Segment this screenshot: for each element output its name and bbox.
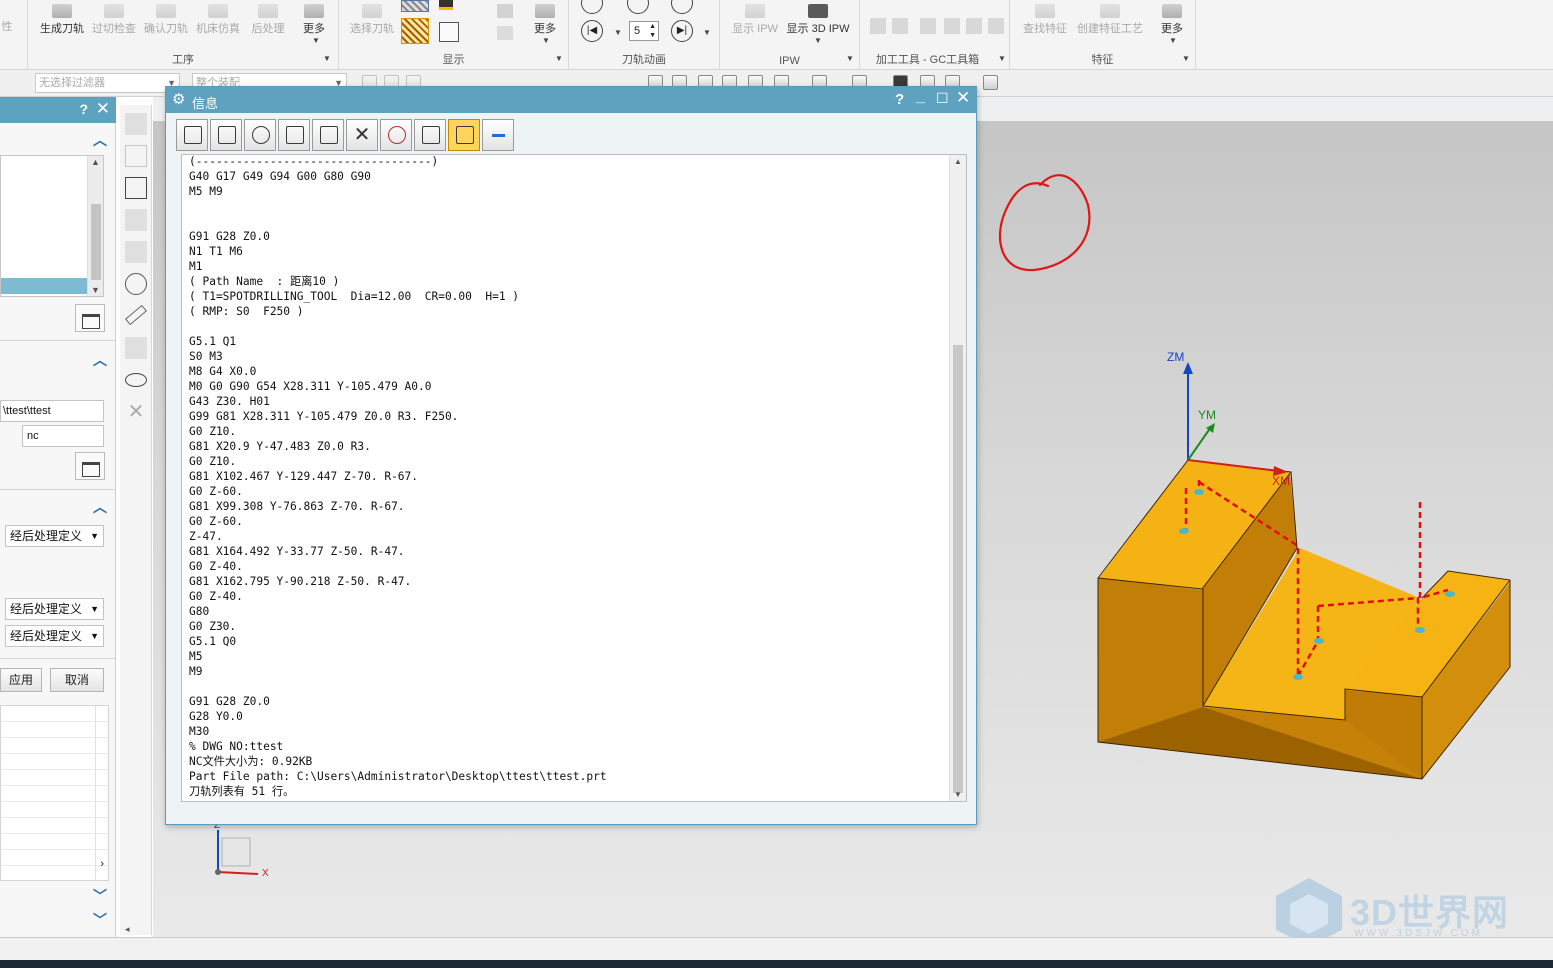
measure-ruler-icon[interactable] xyxy=(125,304,147,326)
close-icon[interactable]: ✕ xyxy=(125,401,147,423)
cancel-button[interactable]: 取消 xyxy=(50,668,104,692)
scissors-icon xyxy=(252,126,270,144)
zm-axis-label: ZM xyxy=(1167,350,1185,364)
triad-x-label: X xyxy=(262,868,269,879)
chevron-up-icon[interactable]: ︿ xyxy=(93,350,107,370)
chevron-down-icon: ▼ xyxy=(90,631,99,641)
collapse-button[interactable] xyxy=(482,119,514,151)
wrap-text-icon xyxy=(456,126,474,144)
close-icon: ✕ xyxy=(353,124,371,146)
edit-file-icon xyxy=(184,126,202,144)
taskbar xyxy=(0,960,1553,968)
fixture-icon[interactable] xyxy=(125,241,147,263)
info-dialog: ⚙ 信息 ? _ ☐ ✕ ✕ (------------------------… xyxy=(165,86,977,825)
scroll-up-icon[interactable]: ▲ xyxy=(91,157,100,167)
scroll-left-icon[interactable]: ◂ xyxy=(125,924,130,935)
postprocessor-list[interactable]: ▲ ▼ xyxy=(0,155,104,297)
browse-postprocessor-button[interactable] xyxy=(75,304,105,332)
divider xyxy=(0,489,116,490)
binoculars-icon xyxy=(422,126,440,144)
postprocess-dialog-panel: ? ✕ ︿ ▲ ▼ ︿ \ttest\ttest nc ︿ 经后处理定义 ▼ 经后… xyxy=(0,97,116,937)
apply-button[interactable]: 应用 xyxy=(0,668,42,692)
browse-output-file-button[interactable] xyxy=(75,452,105,480)
operation-navigator-icon[interactable] xyxy=(125,113,147,135)
list-scrollbar[interactable]: ▲ ▼ xyxy=(87,156,103,296)
watermark: 3D世界网 WWW.3DSJW.COM xyxy=(1272,876,1542,946)
chevron-down-icon[interactable]: ﹀ xyxy=(93,886,107,906)
scroll-thumb[interactable] xyxy=(91,204,101,280)
cube-logo-icon xyxy=(1276,878,1342,946)
output-mode-select[interactable]: 经后处理定义 ▼ xyxy=(5,625,104,647)
copy-button[interactable] xyxy=(278,119,310,151)
dialog-title-bar[interactable]: ⚙ 信息 ? _ ☐ ✕ xyxy=(166,87,976,113)
help-button[interactable]: ? xyxy=(895,91,904,108)
info-text-area[interactable]: (-----------------------------------) G4… xyxy=(181,154,967,802)
cut-button[interactable] xyxy=(244,119,276,151)
delete-button[interactable]: ✕ xyxy=(346,119,378,151)
text-scrollbar[interactable]: ▲ ▼ xyxy=(949,155,966,801)
show-eye-icon[interactable] xyxy=(125,373,147,387)
search-button[interactable] xyxy=(414,119,446,151)
maximize-button[interactable]: ☐ xyxy=(936,90,949,107)
help-button[interactable]: ? xyxy=(79,101,88,117)
resource-bar: ✕ xyxy=(120,105,152,935)
divider xyxy=(0,658,116,659)
close-button[interactable]: ✕ xyxy=(956,88,970,108)
scroll-down-icon[interactable]: ▼ xyxy=(954,790,962,799)
cube-icon[interactable] xyxy=(125,337,147,359)
selected-list-item[interactable] xyxy=(1,278,87,294)
tolerance-select[interactable]: 经后处理定义 ▼ xyxy=(5,598,104,620)
chevron-down-icon: ▼ xyxy=(90,604,99,614)
scroll-right-icon[interactable]: › xyxy=(100,858,104,870)
word-wrap-button[interactable] xyxy=(448,119,480,151)
paste-button[interactable] xyxy=(312,119,344,151)
printer-icon xyxy=(218,126,236,144)
save-icon[interactable] xyxy=(125,145,147,167)
panel-title-bar: ? ✕ xyxy=(0,97,116,123)
gear-icon: ⚙ xyxy=(172,91,186,108)
clipboard-icon xyxy=(320,126,338,144)
scroll-up-icon[interactable]: ▲ xyxy=(954,157,962,166)
divider xyxy=(0,340,116,341)
chevron-down-icon: ▼ xyxy=(90,531,99,541)
output-file-field[interactable]: \ttest\ttest xyxy=(0,400,104,422)
ym-axis-label: YM xyxy=(1198,408,1216,422)
navigator-grid[interactable]: › xyxy=(0,705,109,881)
chevron-up-icon[interactable]: ︿ xyxy=(93,497,107,517)
scroll-down-icon[interactable]: ▼ xyxy=(91,285,100,295)
units-select[interactable]: 经后处理定义 ▼ xyxy=(5,525,104,547)
status-bar: ◂ xyxy=(0,924,1553,960)
hide-eye-icon[interactable] xyxy=(125,273,147,295)
tool-icon[interactable] xyxy=(125,209,147,231)
xm-axis-label: XM xyxy=(1272,474,1290,488)
file-extension-field[interactable]: nc xyxy=(22,425,104,447)
close-button[interactable]: ✕ xyxy=(96,99,110,119)
nc-program-text: (-----------------------------------) G4… xyxy=(189,155,607,798)
fit-view-icon[interactable] xyxy=(125,177,147,199)
view-triad xyxy=(215,830,259,875)
minimize-button[interactable]: _ xyxy=(916,88,925,106)
dialog-title: 信息 xyxy=(192,96,219,111)
copy-icon xyxy=(286,126,304,144)
save-as-button[interactable] xyxy=(176,119,208,151)
part-model[interactable] xyxy=(1097,459,1511,780)
chevron-down-icon[interactable]: ﹀ xyxy=(93,910,107,930)
print-button[interactable] xyxy=(210,119,242,151)
minus-icon xyxy=(492,134,505,137)
scroll-thumb[interactable] xyxy=(953,345,963,793)
crosshair-icon xyxy=(388,126,406,144)
chevron-up-icon[interactable]: ︿ xyxy=(93,130,107,150)
find-position-button[interactable] xyxy=(380,119,412,151)
